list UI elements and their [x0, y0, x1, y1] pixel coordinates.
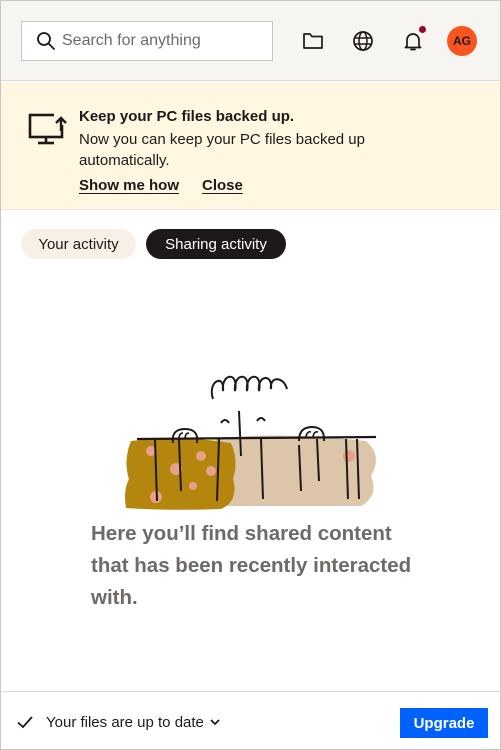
folder-button[interactable]: [299, 27, 327, 55]
search-input[interactable]: [62, 32, 262, 50]
empty-state-message: Here you’ll find shared content that has…: [91, 522, 412, 609]
close-link[interactable]: Close: [202, 177, 243, 194]
notifications-button[interactable]: [399, 26, 427, 55]
tab-sharing-activity[interactable]: Sharing activity: [146, 229, 286, 259]
header: AG: [1, 1, 500, 81]
banner-title: Keep your PC files backed up.: [79, 108, 295, 125]
shared-content-illustration: [125, 375, 377, 510]
avatar[interactable]: AG: [447, 26, 477, 56]
backup-banner: Keep your PC files backed up. Now you ca…: [1, 82, 500, 210]
search-box[interactable]: [21, 21, 273, 61]
search-icon: [37, 32, 55, 50]
footer: Your files are up to date Upgrade: [1, 691, 500, 749]
computer-upload-icon: [28, 111, 67, 145]
show-me-how-link[interactable]: Show me how: [79, 177, 179, 194]
sync-status-text: Your files are up to date: [46, 713, 204, 731]
sync-status-dropdown[interactable]: Your files are up to date: [15, 712, 221, 732]
chevron-down-icon: [210, 719, 220, 726]
banner-text: Now you can keep your PC files backed up…: [79, 131, 365, 169]
upgrade-button[interactable]: Upgrade: [400, 708, 488, 738]
notification-dot: [419, 26, 426, 33]
tab-your-activity[interactable]: Your activity: [21, 229, 136, 259]
globe-button[interactable]: [349, 27, 377, 55]
globe-icon: [353, 31, 373, 51]
check-icon: [17, 716, 33, 729]
activity-panel: AG Keep your PC files backed up. Now you…: [0, 0, 501, 750]
folder-icon: [303, 33, 323, 49]
